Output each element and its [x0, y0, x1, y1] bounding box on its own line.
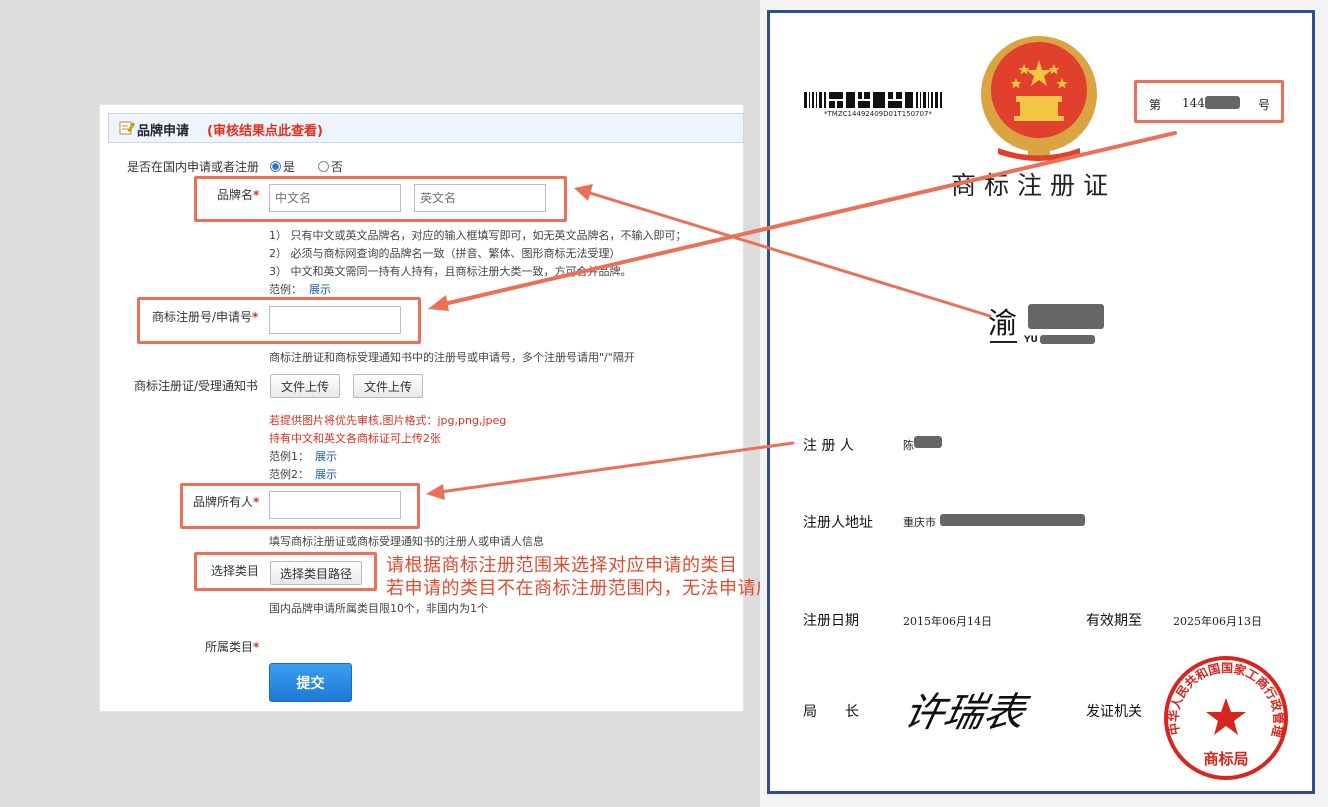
upload-note-format: 若提供图片将优先审核,图片格式：jpg,png,jpeg — [269, 414, 507, 427]
director-label: 局 长 — [803, 704, 859, 720]
brand-hint-2: 2） 必须与商标网查询的品牌名一致（拼音、繁体、图形商标无法受理） — [269, 247, 621, 260]
upload-label: 商标注册证/受理通知书 — [134, 379, 259, 393]
brand-example-link[interactable]: 展示 — [309, 281, 331, 297]
trademark-mark: 渝 — [988, 306, 1018, 340]
owner-input[interactable] — [269, 491, 401, 519]
cert-number-suffix: 号 — [1258, 98, 1271, 112]
domestic-no-radio[interactable] — [318, 161, 329, 172]
select-category-button[interactable]: 选择类目路径 — [270, 561, 362, 585]
brand-name-cn-input[interactable] — [269, 184, 401, 212]
mark-underline — [990, 341, 1017, 343]
domestic-yes-radio[interactable] — [270, 161, 281, 172]
valid-until-value: 2025年06月13日 — [1173, 615, 1262, 628]
trademark-latin: YU — [1024, 335, 1038, 345]
brand-example-label: 范例： — [269, 283, 302, 296]
category-hint: 国内品牌申请所属类目限10个，非国内为1个 — [269, 602, 488, 615]
upload-note-count: 持有中文和英文各商标证可上传2张 — [269, 432, 441, 445]
submit-button[interactable]: 提交 — [269, 663, 352, 702]
barcode-icon — [804, 92, 944, 110]
owner-label: 品牌所有人* — [193, 495, 260, 509]
redacted-mark — [1028, 304, 1104, 329]
reg-no-input[interactable] — [269, 306, 401, 334]
file-upload-button-1[interactable]: 文件上传 — [270, 374, 340, 398]
category-label: 选择类目 — [211, 564, 260, 578]
cert-number-prefix: 第 — [1149, 98, 1162, 112]
example2-label: 范例2： — [269, 468, 309, 481]
example1-label: 范例1： — [269, 450, 309, 463]
barcode-text: *TMZC14492409D01T150707* — [824, 110, 932, 118]
panel-header: 品牌申请 (审核结果点此查看) — [108, 113, 744, 143]
review-result-link[interactable]: (审核结果点此查看) — [207, 120, 323, 139]
brand-name-en-input[interactable] — [414, 184, 546, 212]
panel-title: 品牌申请 — [137, 124, 190, 139]
owner-hint: 填写商标注册证或商标受理通知书的注册人或申请人信息 — [269, 535, 544, 548]
valid-until-label: 有效期至 — [1086, 613, 1142, 629]
edit-form-icon — [119, 121, 135, 135]
domestic-yes-label: 是 — [283, 160, 296, 174]
reg-no-hint: 商标注册证和商标受理通知书中的注册号或申请号，多个注册号请用"/"隔开 — [269, 351, 635, 364]
address-label: 注册人地址 — [803, 515, 873, 531]
address-value: 重庆市 — [903, 516, 936, 529]
cert-number-value: 144 — [1182, 96, 1205, 110]
certificate-title: 商标注册证 — [951, 171, 1117, 200]
belong-category-label: 所属类目* — [205, 640, 260, 654]
example1-link[interactable]: 展示 — [315, 448, 337, 464]
example2-link[interactable]: 展示 — [315, 466, 337, 482]
redacted-latin — [1040, 335, 1095, 344]
reg-no-label: 商标注册号/申请号* — [152, 310, 259, 324]
file-upload-button-2[interactable]: 文件上传 — [353, 374, 423, 398]
redacted-registrant — [914, 436, 942, 448]
issuer-label: 发证机关 — [1086, 704, 1142, 720]
domestic-label: 是否在国内申请或者注册 — [127, 160, 260, 174]
domestic-no-label: 否 — [331, 160, 344, 174]
seal-center-text: 商标局 — [1203, 750, 1248, 768]
brand-hint-1: 1） 只有中文或英文品牌名，对应的输入框填写即可，如无英文品牌名，不输入即可； — [269, 229, 687, 242]
brand-hint-3: 3） 中文和英文需同一持有人持有，且商标注册大类一致，方可合并品牌。 — [269, 265, 632, 278]
reg-date-label: 注册日期 — [803, 613, 859, 629]
redacted-number — [1205, 96, 1240, 109]
registrant-label: 注 册 人 — [803, 438, 854, 454]
redacted-address — [940, 514, 1085, 526]
registrant-value: 陈 — [903, 439, 914, 452]
brand-name-label: 品牌名* — [217, 188, 260, 202]
reg-date-value: 2015年06月14日 — [903, 615, 992, 628]
director-signature: 许瑞表 — [899, 690, 1030, 736]
official-seal-icon: 中华人民共和国国家工商行政管理总局 商标局 — [1160, 652, 1288, 780]
national-emblem-icon — [981, 36, 1097, 161]
